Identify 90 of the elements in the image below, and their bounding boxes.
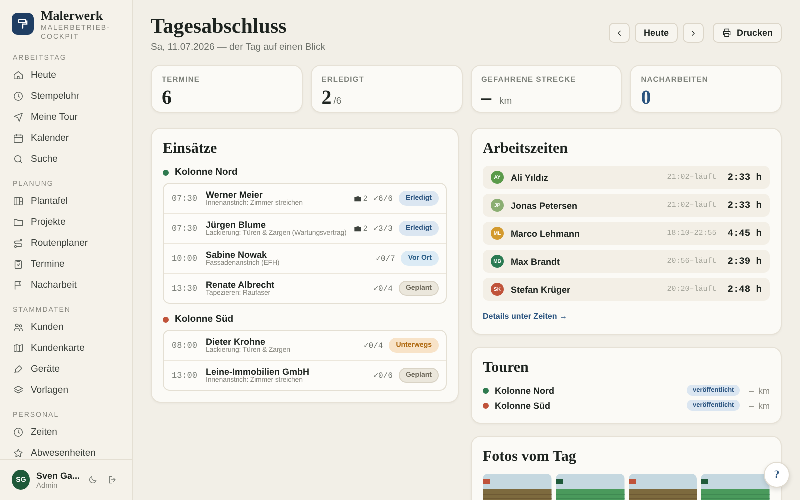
appointment-time: 08:00: [172, 340, 199, 350]
customer-name: Renate Albrecht: [206, 280, 276, 290]
brush-icon: [13, 364, 24, 375]
people-icon: [13, 322, 24, 333]
moon-icon: [88, 475, 98, 485]
nav-item[interactable]: Routenplaner: [8, 233, 124, 254]
work-duration: 2:33 h: [728, 200, 762, 211]
nav-item[interactable]: Projekte: [8, 212, 124, 233]
work-duration: 4:45 h: [728, 228, 762, 239]
work-duration: 2:48 h: [728, 284, 762, 295]
nav-item[interactable]: Suche: [8, 149, 124, 170]
card-title: Arbeitszeiten: [483, 141, 569, 158]
brand-name: Malerwerk: [41, 8, 104, 24]
nav-item[interactable]: Vorlagen: [8, 380, 124, 401]
tour-name[interactable]: Kolonne Süd: [495, 400, 682, 410]
details-link[interactable]: Details unter Zeiten →: [483, 312, 568, 321]
nav-item[interactable]: Abwesenheiten: [8, 443, 124, 459]
calendar-icon: [13, 133, 24, 144]
nav-item[interactable]: Plantafel: [8, 191, 124, 212]
card-title: Fotos vom Tag: [483, 449, 578, 466]
navigation-arrow-icon: [13, 112, 24, 123]
route-icon: [13, 238, 24, 249]
help-button[interactable]: ?: [764, 462, 790, 488]
today-button[interactable]: Heute: [634, 23, 678, 43]
search-icon: [13, 154, 24, 165]
checklist-count: ✓0/4: [374, 284, 393, 294]
nav-item[interactable]: Nacharbeit: [8, 275, 124, 296]
group-name: Kolonne Nord: [175, 167, 238, 178]
customer-name: Sabine Nowak: [206, 250, 268, 260]
stat-value: 6: [162, 87, 172, 110]
stat-value: –: [482, 87, 492, 110]
nav-item[interactable]: Zeiten: [8, 422, 124, 443]
map-icon: [13, 343, 24, 354]
checklist-count: ✓6/6: [374, 194, 393, 204]
tour-distance: – km: [749, 400, 770, 410]
stat-unit: /6: [334, 96, 342, 107]
employee-name: Max Brandt: [511, 256, 562, 266]
nav-item[interactable]: Meine Tour: [8, 107, 124, 128]
star-icon: [13, 448, 24, 459]
appointment-time: 13:30: [172, 284, 199, 294]
nav-item[interactable]: Geräte: [8, 359, 124, 380]
page-title: Tagesabschluss: [151, 14, 288, 39]
nav-item[interactable]: Kalender: [8, 128, 124, 149]
checklist-count: ✓0/4: [364, 340, 384, 350]
appointment-time: 07:30: [172, 194, 199, 204]
folder-icon: [13, 217, 24, 228]
flag-icon: [13, 280, 24, 291]
appointment-time: 07:30: [172, 224, 199, 234]
customer-name: Dieter Krohne: [206, 337, 267, 347]
clock-icon: [13, 427, 24, 438]
employee-name: Marco Lehmann: [511, 228, 582, 238]
employee-name: Jonas Petersen: [511, 200, 579, 210]
nav-item[interactable]: Kunden: [8, 317, 124, 338]
stat-value: 2: [322, 87, 332, 110]
employee-name: Stefan Krüger: [511, 284, 572, 294]
stat-unit: km: [500, 96, 512, 107]
appointment-time: 10:00: [172, 254, 199, 264]
customer-name: Jürgen Blume: [206, 220, 268, 230]
card-title: Touren: [483, 360, 530, 377]
nav-item[interactable]: Stempeluhr: [8, 86, 124, 107]
tour-name[interactable]: Kolonne Nord: [495, 386, 682, 396]
nav-item[interactable]: Heute: [8, 65, 124, 86]
print-button[interactable]: Drucken: [712, 23, 782, 43]
appointment-time: 13:00: [172, 370, 199, 380]
work-duration: 2:39 h: [728, 256, 762, 267]
camera-icon: [354, 224, 362, 232]
clock-icon: [13, 91, 24, 102]
checklist-count: ✓3/3: [374, 224, 393, 234]
page-subtitle: Sa, 11.07.2026 — der Tag auf einen Blick: [151, 42, 326, 53]
user-name: Sven Ga...: [36, 470, 80, 480]
card-title: Einsätze: [163, 141, 218, 158]
nav-item[interactable]: Kundenkarte: [8, 338, 124, 359]
group-name: Kolonne Süd: [175, 314, 234, 325]
stat-value: 0: [641, 87, 652, 110]
layers-icon: [13, 385, 24, 396]
nav-item[interactable]: Termine: [8, 254, 124, 275]
roller-logo-icon: [12, 13, 34, 35]
camera-icon: [354, 194, 362, 202]
logout-icon: [108, 475, 118, 485]
customer-name: Leine-Immobilien GmbH: [206, 367, 311, 377]
employee-name: Ali Yıldız: [511, 172, 550, 182]
checklist-count: ✓0/6: [374, 370, 393, 380]
work-duration: 2:33 h: [728, 172, 762, 183]
board-icon: [13, 196, 24, 207]
house-icon: [13, 70, 24, 81]
customer-name: Werner Meier: [206, 190, 263, 200]
clipboard-icon: [13, 259, 24, 270]
checklist-count: ✓0/7: [376, 254, 396, 264]
printer-icon: [722, 28, 732, 38]
tour-distance: – km: [749, 386, 770, 396]
